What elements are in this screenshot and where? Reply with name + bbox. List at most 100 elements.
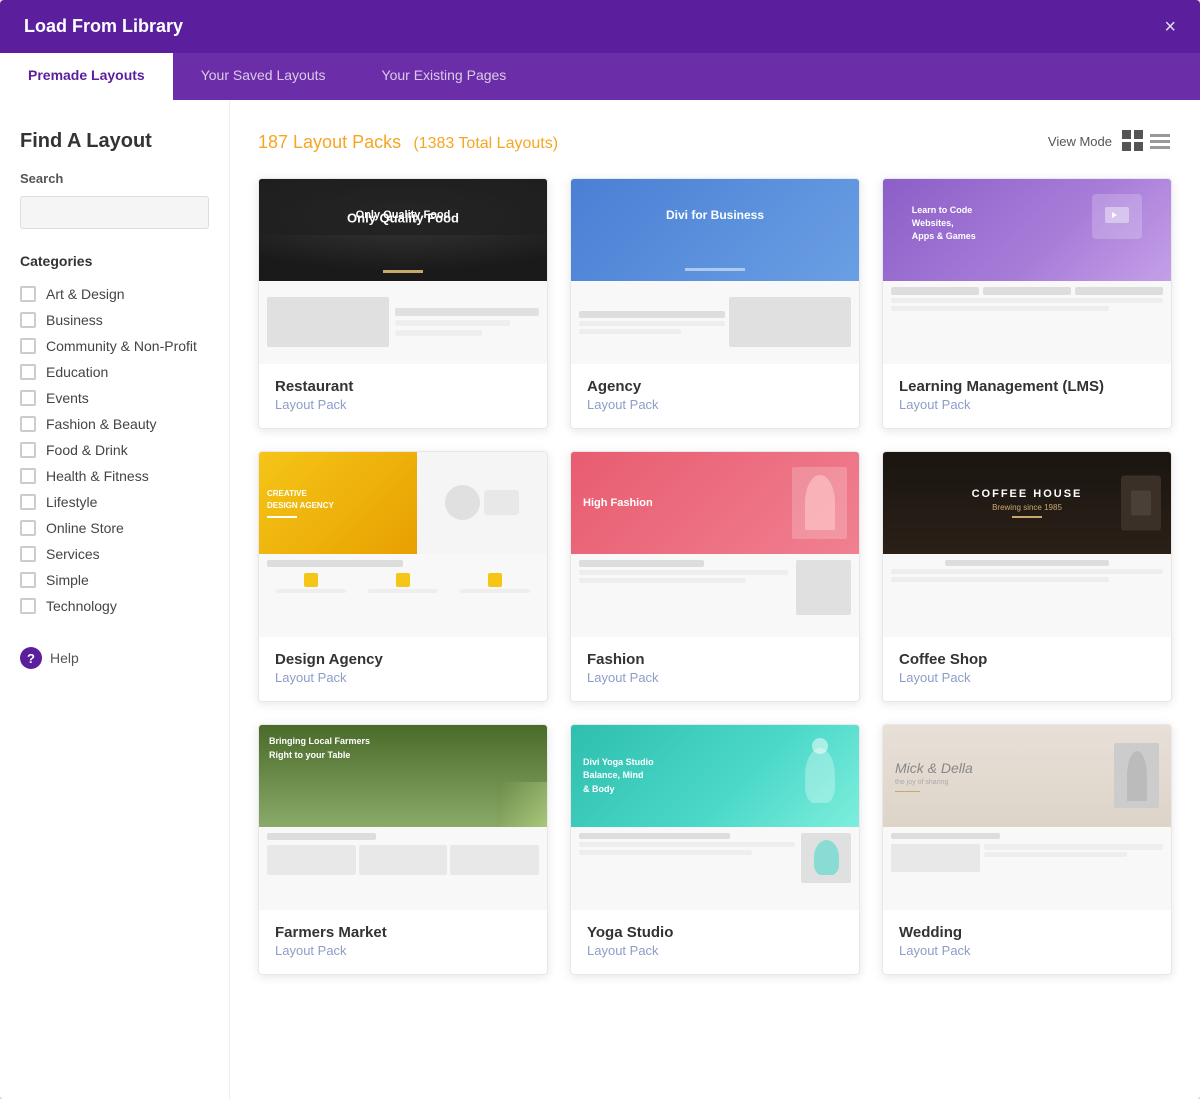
list-line-1 [1150,134,1170,137]
layout-card-coffee[interactable]: COFFEE HOUSE Brewing since 1985 [882,451,1172,702]
card-info-fashion: Fashion Layout Pack [571,637,859,701]
layout-card-design-agency[interactable]: CREATIVEDESIGN AGENCY [258,451,548,702]
layout-card-agency[interactable]: Divi for Business [570,178,860,429]
checkbox-business[interactable] [20,312,36,328]
category-label-simple: Simple [46,572,89,588]
category-label-food: Food & Drink [46,442,128,458]
tab-existing-pages[interactable]: Your Existing Pages [354,53,535,100]
help-icon: ? [20,647,42,669]
card-name-agency: Agency [587,378,843,395]
checkbox-events[interactable] [20,390,36,406]
modal-container: Load From Library × Premade Layouts Your… [0,0,1200,1099]
checkbox-health[interactable] [20,468,36,484]
category-health[interactable]: Health & Fitness [20,463,209,489]
category-simple[interactable]: Simple [20,567,209,593]
category-fashion[interactable]: Fashion & Beauty [20,411,209,437]
card-info-coffee: Coffee Shop Layout Pack [883,637,1171,701]
category-events[interactable]: Events [20,385,209,411]
card-type-farmers: Layout Pack [275,943,531,958]
grid-view-button[interactable] [1122,130,1144,152]
list-line-2 [1150,140,1170,143]
category-business[interactable]: Business [20,307,209,333]
category-label-education: Education [46,364,108,380]
list-line-3 [1150,146,1170,149]
layout-card-fashion[interactable]: High Fashion [570,451,860,702]
checkbox-simple[interactable] [20,572,36,588]
card-preview-fashion: High Fashion [571,452,859,637]
category-label-community: Community & Non-Profit [46,338,197,354]
tab-saved-layouts[interactable]: Your Saved Layouts [173,53,354,100]
card-type-yoga: Layout Pack [587,943,843,958]
grid-cell-4 [1134,142,1143,151]
category-label-online-store: Online Store [46,520,124,536]
close-button[interactable]: × [1164,17,1176,37]
card-preview-design-agency: CREATIVEDESIGN AGENCY [259,452,547,637]
layout-card-yoga[interactable]: Divi Yoga StudioBalance, Mind& Body [570,724,860,975]
tab-premade-layouts[interactable]: Premade Layouts [0,53,173,100]
layout-card-wedding[interactable]: Mick & Della the joy of sharing [882,724,1172,975]
layout-card-farmers[interactable]: Bringing Local FarmersRight to your Tabl… [258,724,548,975]
card-name-fashion: Fashion [587,651,843,668]
checkbox-food[interactable] [20,442,36,458]
category-art-design[interactable]: Art & Design [20,281,209,307]
checkbox-art-design[interactable] [20,286,36,302]
checkbox-lifestyle[interactable] [20,494,36,510]
checkbox-technology[interactable] [20,598,36,614]
category-label-services: Services [46,546,100,562]
card-name-design-agency: Design Agency [275,651,531,668]
category-lifestyle[interactable]: Lifestyle [20,489,209,515]
card-type-lms: Layout Pack [899,397,1155,412]
card-type-wedding: Layout Pack [899,943,1155,958]
category-label-fashion: Fashion & Beauty [46,416,157,432]
view-mode-icons [1122,130,1172,152]
layout-card-lms[interactable]: Learn to CodeWebsites,Apps & Games [882,178,1172,429]
card-info-yoga: Yoga Studio Layout Pack [571,910,859,974]
card-info-wedding: Wedding Layout Pack [883,910,1171,974]
category-education[interactable]: Education [20,359,209,385]
card-name-yoga: Yoga Studio [587,924,843,941]
card-type-restaurant: Layout Pack [275,397,531,412]
search-label: Search [20,171,209,186]
layout-count: 187 Layout Packs (1383 Total Layouts) [258,128,558,154]
category-community[interactable]: Community & Non-Profit [20,333,209,359]
category-label-health: Health & Fitness [46,468,149,484]
category-label-events: Events [46,390,89,406]
help-button[interactable]: ? Help [20,647,209,669]
card-name-lms: Learning Management (LMS) [899,378,1155,395]
category-services[interactable]: Services [20,541,209,567]
card-info-design-agency: Design Agency Layout Pack [259,637,547,701]
card-info-lms: Learning Management (LMS) Layout Pack [883,364,1171,428]
modal-header: Load From Library × [0,0,1200,53]
checkbox-education[interactable] [20,364,36,380]
category-label-business: Business [46,312,103,328]
view-mode-controls: View Mode [1048,130,1172,152]
checkbox-online-store[interactable] [20,520,36,536]
main-content: 187 Layout Packs (1383 Total Layouts) Vi… [230,100,1200,1099]
search-input[interactable] [20,196,209,229]
categories-title: Categories [20,253,209,269]
card-preview-coffee: COFFEE HOUSE Brewing since 1985 [883,452,1171,637]
total-layouts: (1383 Total Layouts) [413,135,558,152]
category-label-art-design: Art & Design [46,286,125,302]
card-preview-farmers: Bringing Local FarmersRight to your Tabl… [259,725,547,910]
card-info-agency: Agency Layout Pack [571,364,859,428]
sidebar-title: Find A Layout [20,130,209,153]
card-type-design-agency: Layout Pack [275,670,531,685]
layouts-grid: Only Quality Food [258,178,1172,975]
card-preview-restaurant: Only Quality Food [259,179,547,364]
grid-cell-1 [1122,130,1131,139]
card-info-farmers: Farmers Market Layout Pack [259,910,547,974]
checkbox-community[interactable] [20,338,36,354]
card-name-coffee: Coffee Shop [899,651,1155,668]
checkbox-fashion[interactable] [20,416,36,432]
category-technology[interactable]: Technology [20,593,209,619]
checkbox-services[interactable] [20,546,36,562]
category-online-store[interactable]: Online Store [20,515,209,541]
layout-card-restaurant[interactable]: Only Quality Food [258,178,548,429]
category-food[interactable]: Food & Drink [20,437,209,463]
card-type-fashion: Layout Pack [587,670,843,685]
tabs-bar: Premade Layouts Your Saved Layouts Your … [0,53,1200,100]
card-preview-wedding: Mick & Della the joy of sharing [883,725,1171,910]
help-label: Help [50,650,79,666]
list-view-button[interactable] [1150,130,1172,152]
